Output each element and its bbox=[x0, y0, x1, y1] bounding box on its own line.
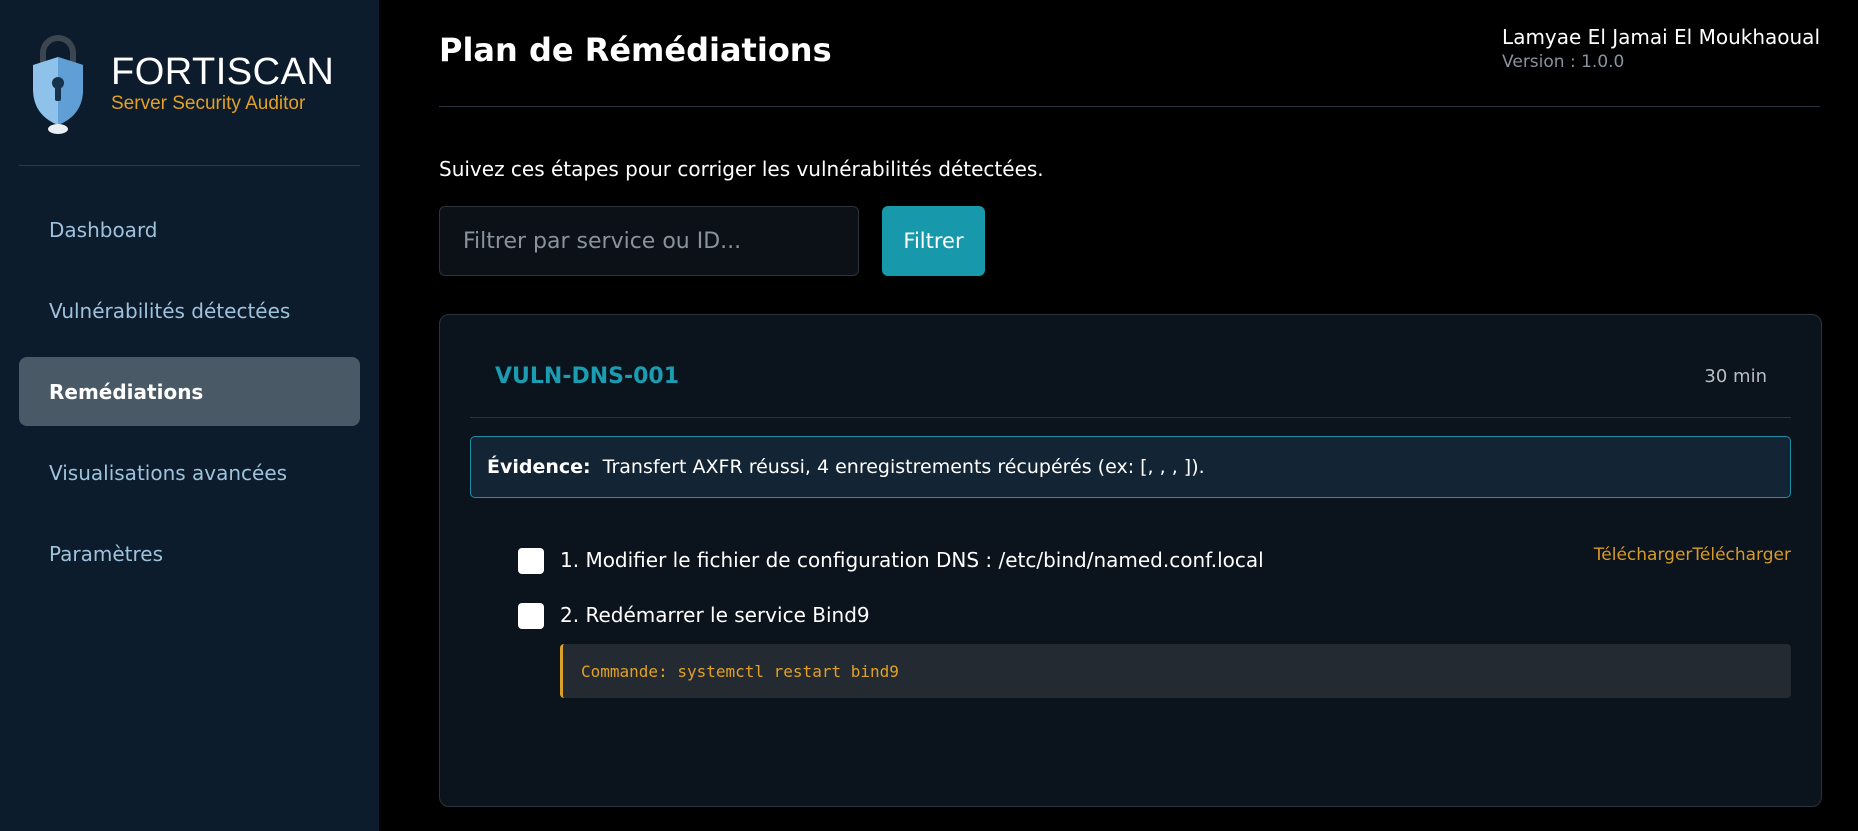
download-link[interactable]: TéléchargerTélécharger bbox=[1594, 545, 1791, 565]
intro-text: Suivez ces étapes pour corriger les vuln… bbox=[439, 157, 1044, 181]
step-checkbox[interactable] bbox=[518, 548, 544, 574]
user-name: Lamyae El Jamai El Moukhaoual bbox=[1502, 25, 1820, 49]
version-label: Version : 1.0.0 bbox=[1502, 52, 1625, 72]
main-content: Plan de Réméd­iations Lamyae El Jamai El… bbox=[379, 0, 1858, 831]
brand-name: FORTISCAN bbox=[111, 50, 335, 93]
steps-list: 1. Modifier le fichier de configuration … bbox=[470, 534, 1791, 698]
filter-input[interactable] bbox=[439, 206, 859, 276]
evidence-box: Évidence: Transfert AXFR réussi, 4 enreg… bbox=[470, 436, 1791, 498]
shield-lock-icon bbox=[29, 31, 87, 135]
step-item: 1. Modifier le fichier de configuration … bbox=[470, 534, 1791, 589]
card-header: VULN-DNS-001 30 min bbox=[470, 315, 1791, 418]
sidebar-item-dashboard[interactable]: Dashboard bbox=[19, 195, 360, 264]
evidence-label: Évidence: bbox=[487, 456, 591, 478]
filter-bar: Filtrer bbox=[439, 206, 1820, 276]
brand-subtitle: Server Security Auditor bbox=[111, 92, 306, 114]
sidebar-item-visualisations[interactable]: Visualisations avancées bbox=[19, 438, 360, 507]
sidebar: FORTISCAN Server Security Auditor Dashbo… bbox=[0, 0, 379, 831]
duration-badge: 30 min bbox=[1704, 366, 1767, 387]
user-info: Lamyae El Jamai El Moukhaoual Version : … bbox=[1502, 24, 1820, 74]
brand-text: FORTISCAN Server Security Auditor bbox=[111, 51, 334, 115]
step-item: 2. Redémarrer le service Bind9 bbox=[470, 589, 1791, 644]
remediation-card: VULN-DNS-001 30 min Évidence: Transfert … bbox=[439, 314, 1822, 807]
step-checkbox[interactable] bbox=[518, 603, 544, 629]
filter-button[interactable]: Filtrer bbox=[882, 206, 985, 276]
brand: FORTISCAN Server Security Auditor bbox=[19, 0, 360, 166]
vuln-id: VULN-DNS-001 bbox=[495, 364, 680, 389]
sidebar-item-parametres[interactable]: Paramètres bbox=[19, 519, 360, 588]
sidebar-nav: Dashboard Vulnérabilités détectées Reméd… bbox=[19, 195, 360, 588]
step-text: 1. Modifier le fichier de configuration … bbox=[560, 548, 1264, 572]
page-header: Plan de Réméd­iations Lamyae El Jamai El… bbox=[439, 0, 1820, 107]
sidebar-item-vulnerabilites[interactable]: Vulnérabilités détectées bbox=[19, 276, 360, 345]
step-text: 2. Redémarrer le service Bind9 bbox=[560, 603, 870, 627]
page-title: Plan de Réméd­iations bbox=[439, 31, 832, 69]
evidence-text: Transfert AXFR réussi, 4 enregistrements… bbox=[602, 456, 1205, 478]
command-block: Commande: systemctl restart bind9 bbox=[560, 644, 1791, 698]
sidebar-item-remediations[interactable]: Remédiations bbox=[19, 357, 360, 426]
app-root: FORTISCAN Server Security Auditor Dashbo… bbox=[0, 0, 1858, 831]
